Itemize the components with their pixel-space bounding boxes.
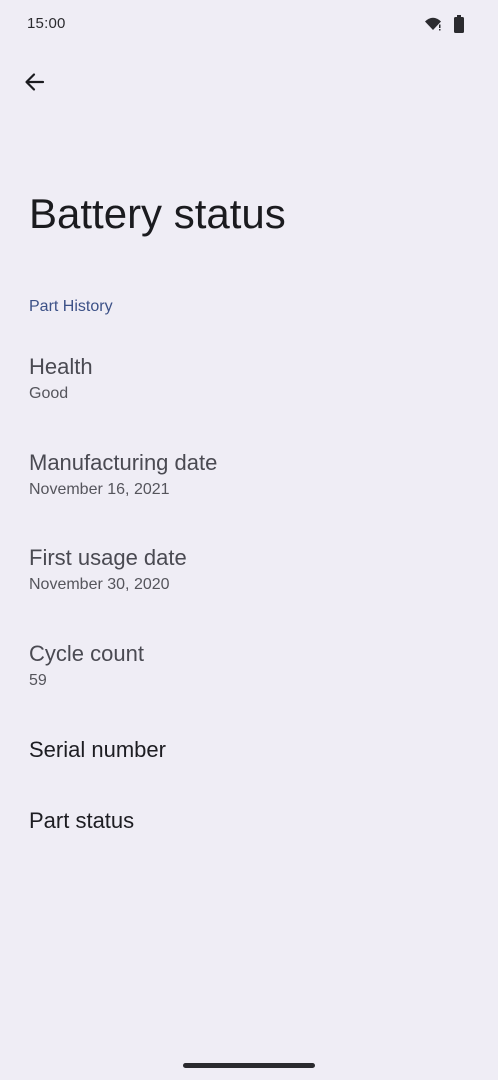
pref-item-manufacturing-date[interactable]: Manufacturing date November 16, 2021: [0, 436, 498, 516]
pref-item-cycle-count[interactable]: Cycle count 59: [0, 627, 498, 707]
arrow-back-icon: [23, 71, 45, 98]
pref-title: First usage date: [29, 545, 187, 570]
status-time: 15:00: [27, 15, 66, 32]
pref-summary: November 30, 2020: [29, 576, 170, 593]
wifi-icon: [424, 16, 442, 32]
pref-title: Part status: [29, 808, 135, 833]
section-header-part-history: Part History: [29, 298, 113, 315]
pref-title: Health: [29, 354, 93, 379]
pref-item-health[interactable]: Health Good: [0, 340, 498, 420]
status-bar: 15:00: [0, 0, 498, 48]
gesture-nav-handle[interactable]: [183, 1063, 315, 1068]
pref-summary: November 16, 2021: [29, 481, 170, 498]
pref-item-part-status[interactable]: Part status: [0, 793, 498, 853]
pref-title: Cycle count: [29, 641, 144, 666]
pref-title: Manufacturing date: [29, 450, 218, 475]
pref-summary: 59: [29, 672, 47, 689]
pref-item-serial-number[interactable]: Serial number: [0, 722, 498, 782]
page-title: Battery status: [29, 190, 286, 237]
back-button[interactable]: [14, 64, 54, 104]
battery-icon: [454, 15, 464, 33]
pref-item-first-usage-date[interactable]: First usage date November 30, 2020: [0, 531, 498, 611]
pref-summary: Good: [29, 385, 69, 402]
pref-title: Serial number: [29, 737, 166, 762]
